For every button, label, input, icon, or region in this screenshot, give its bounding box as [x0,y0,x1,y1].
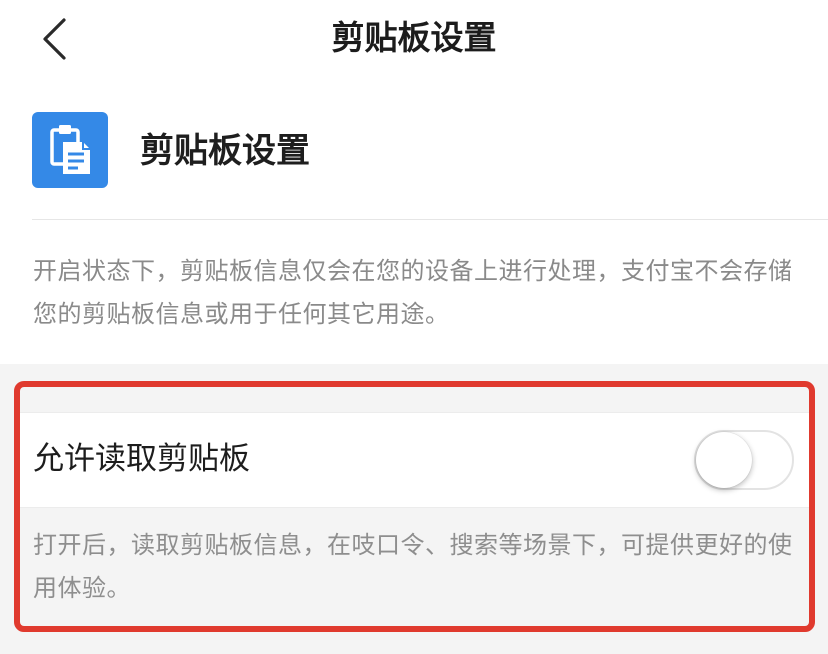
app-title: 剪贴板设置 [140,131,310,171]
allow-clipboard-setting-row: 允许读取剪贴板 [18,412,810,508]
description-text: 开启状态下，剪贴板信息仅会在您的设备上进行处理，支付宝不会存储您的剪贴板信息或用… [33,257,793,328]
navigation-bar: 剪贴板设置 [0,0,828,80]
clipboard-icon [32,112,108,188]
app-header: 剪贴板设置 [0,110,828,192]
divider [32,219,828,220]
settings-section [0,364,828,654]
setting-label: 允许读取剪贴板 [33,441,250,477]
setting-hint-text: 打开后，读取剪贴板信息，在吱口令、搜索等场景下，可提供更好的使用体验。 [33,531,793,602]
toggle-knob [696,432,752,488]
clipboard-settings-page: 剪贴板设置 剪贴板设置 开启状态下，剪贴板信息仅会在您的设备上进行处理，支付宝不… [0,0,828,654]
page-title: 剪贴板设置 [331,18,497,57]
allow-clipboard-toggle[interactable] [694,430,794,490]
